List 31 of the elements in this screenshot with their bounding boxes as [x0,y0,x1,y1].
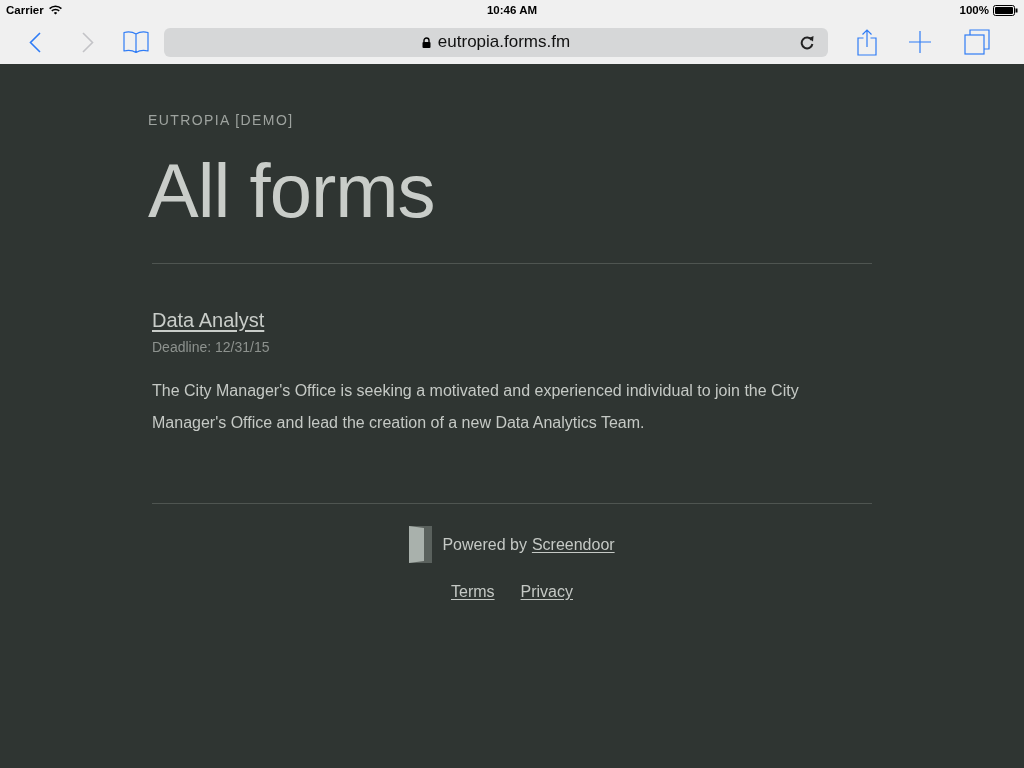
bookmarks-button[interactable] [123,30,149,54]
share-button[interactable] [857,28,877,56]
back-button[interactable] [29,31,41,53]
carrier-name: Carrier [6,3,44,17]
page-heading: All forms [148,153,436,229]
footer-link[interactable]: Privacy [520,582,573,602]
battery-percent: 100% [959,3,989,17]
footer-link[interactable]: Terms [451,582,495,602]
status-time: 10:46 AM [486,3,538,17]
url-text: eutropia.forms.fm [437,32,571,52]
chevron-icon [29,31,41,53]
new-tab-button[interactable] [909,31,931,53]
book-icon [123,30,149,54]
chevron-icon [82,31,94,53]
reload-icon [800,34,814,50]
tabs-button[interactable] [964,29,990,55]
organization-name: EUTROPIA [DEMO] [148,112,295,128]
lock-icon [421,36,431,48]
battery-icon [993,4,1018,16]
share-icon [857,28,877,56]
form-description: The City Manager's Office is seeking a motivated and experienced individual to join the City Manager's Office and lead the creation of a new Data Analytics Team. [152,381,800,433]
address-bar[interactable]: eutropia.forms.fm [164,27,828,57]
screendoor-link[interactable]: Screendoor [531,534,615,555]
form-title-link[interactable]: Data Analyst [152,308,265,332]
door-icon [409,526,433,563]
form-deadline: Deadline: 12/31/15 [152,338,271,356]
plus-icon [909,31,931,53]
wifi-icon [48,5,62,15]
powered-by-text: Powered by [442,534,527,555]
tabs-icon [964,29,990,55]
reload-button[interactable] [800,34,814,50]
